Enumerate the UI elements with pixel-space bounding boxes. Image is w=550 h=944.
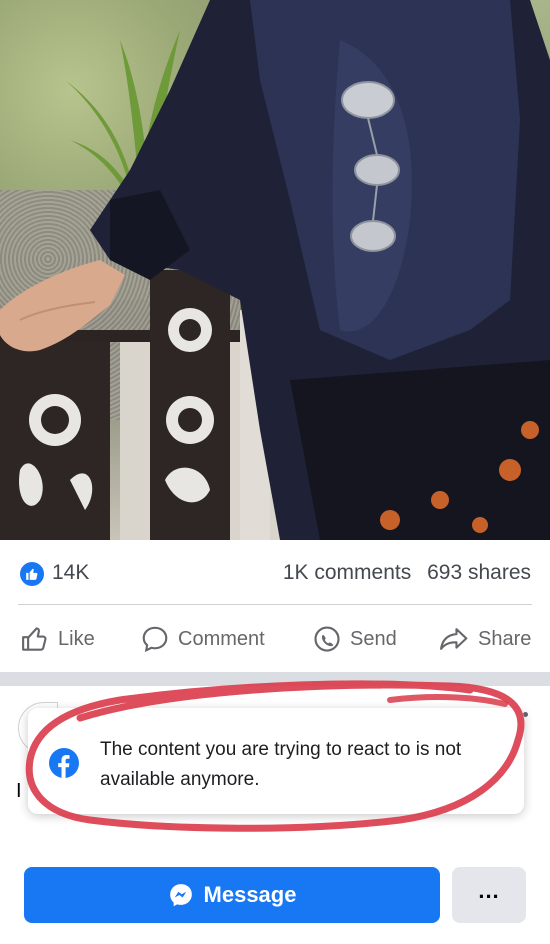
error-toast: The content you are trying to react to i… bbox=[28, 708, 524, 814]
share-count[interactable]: 693 shares bbox=[427, 561, 531, 584]
more-options-label: ... bbox=[478, 878, 500, 903]
share-button[interactable]: Share bbox=[438, 622, 531, 656]
comment-button[interactable]: Comment bbox=[140, 622, 265, 656]
section-separator bbox=[0, 672, 550, 686]
send-button[interactable]: Send bbox=[312, 622, 397, 656]
messenger-send-icon bbox=[314, 626, 340, 652]
photo-hand bbox=[0, 260, 125, 352]
speech-bubble-icon bbox=[142, 626, 168, 653]
messenger-icon bbox=[169, 884, 192, 907]
post-stats: 14K 1K comments 693 shares bbox=[0, 540, 550, 606]
share-label: Share bbox=[478, 627, 532, 650]
send-label: Send bbox=[350, 627, 397, 650]
post-action-bar: Like Comment Send Share bbox=[0, 606, 550, 672]
like-label: Like bbox=[58, 627, 95, 650]
photo-person bbox=[90, 0, 550, 540]
partial-comment-text: I bbox=[16, 780, 22, 802]
thumbs-up-outline-icon bbox=[22, 627, 47, 651]
divider bbox=[18, 604, 532, 605]
reaction-count[interactable]: 14K bbox=[52, 561, 89, 585]
comment-count[interactable]: 1K comments bbox=[283, 561, 411, 584]
toast-message: The content you are trying to react to i… bbox=[100, 739, 462, 790]
message-button-label: Message bbox=[203, 882, 297, 907]
facebook-logo-icon bbox=[49, 748, 79, 778]
like-button[interactable]: Like bbox=[20, 622, 95, 656]
more-options-button[interactable]: ... bbox=[452, 867, 526, 923]
post-photo[interactable] bbox=[0, 0, 550, 540]
share-arrow-icon bbox=[440, 628, 468, 650]
comment-label: Comment bbox=[178, 627, 265, 650]
thumbs-up-icon[interactable] bbox=[20, 562, 44, 586]
message-button[interactable]: Message bbox=[24, 867, 440, 923]
